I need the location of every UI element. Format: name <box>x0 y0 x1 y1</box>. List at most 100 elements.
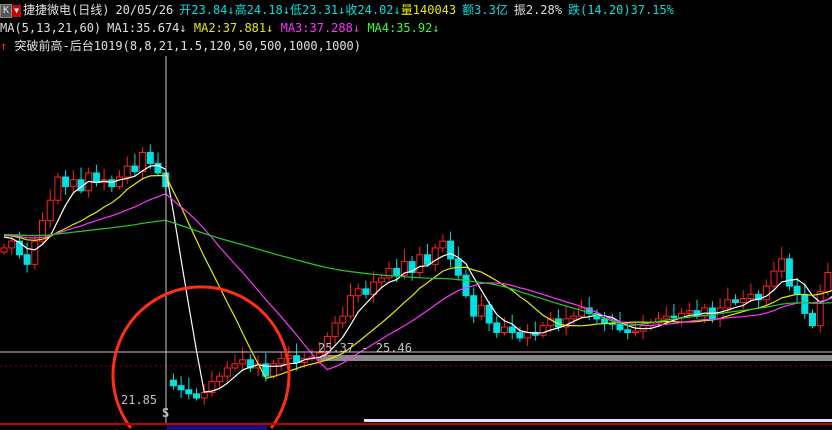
candle-body <box>570 315 578 320</box>
candle-body <box>416 254 424 273</box>
candle <box>655 312 662 326</box>
candle-body <box>732 299 739 304</box>
candle <box>493 316 501 338</box>
candle-body <box>539 325 547 336</box>
candle <box>339 306 347 329</box>
candle-body <box>0 247 8 253</box>
candle-body <box>485 304 493 324</box>
candle-body <box>293 355 301 364</box>
candle-body <box>524 332 532 339</box>
candle-body <box>477 304 485 317</box>
candle-body <box>462 274 470 297</box>
candle-body <box>46 199 54 222</box>
candle-body <box>116 176 123 188</box>
candle-body <box>470 295 478 317</box>
candle-body <box>54 176 62 201</box>
ma2-line <box>3 175 832 379</box>
candle-body <box>23 254 31 265</box>
candle-body <box>131 165 139 173</box>
candle-body <box>385 267 393 279</box>
candle-body <box>778 258 786 272</box>
candle <box>416 246 424 278</box>
min-price-label: 21.85 <box>121 393 158 407</box>
candle <box>809 309 816 329</box>
candle-body <box>816 291 824 327</box>
candle-body <box>177 385 185 391</box>
candle <box>447 231 455 268</box>
candle <box>139 147 147 180</box>
ma3-line <box>3 193 832 371</box>
candle-body <box>239 359 247 365</box>
candle <box>8 234 16 255</box>
candle <box>778 246 786 278</box>
candle-body <box>501 326 508 333</box>
candle-body <box>724 299 732 309</box>
candle-body <box>393 267 401 276</box>
candle-body <box>377 277 385 283</box>
candle-body <box>146 152 154 164</box>
candle-body <box>193 393 200 399</box>
candle <box>131 153 139 176</box>
candle <box>377 273 385 288</box>
candle-body <box>739 297 747 303</box>
candle <box>231 354 239 371</box>
candle <box>123 156 131 184</box>
candle-body <box>662 315 670 320</box>
candle-body <box>516 332 524 339</box>
candle-body <box>670 315 678 318</box>
candle-body <box>62 176 70 188</box>
candle-body <box>439 240 447 249</box>
crosshair-price-label: 25.37 - 25.46 <box>318 341 412 355</box>
candle <box>69 170 77 193</box>
candle <box>462 269 470 299</box>
candle-body <box>578 307 585 317</box>
candle <box>770 261 778 289</box>
candle <box>177 376 185 398</box>
candle-body <box>223 367 231 377</box>
candle-body <box>747 293 755 299</box>
candle-body <box>624 329 632 334</box>
scroll-bar[interactable] <box>364 419 832 422</box>
candle-body <box>200 392 208 399</box>
candle <box>793 277 801 303</box>
candle <box>108 175 116 193</box>
candle <box>431 243 439 272</box>
candle-body <box>231 363 239 369</box>
candle-body <box>801 293 809 314</box>
candle <box>539 321 547 338</box>
candle-body <box>762 285 770 301</box>
candle <box>46 189 54 228</box>
candle <box>92 164 100 187</box>
candle <box>293 343 301 371</box>
candle-body <box>631 330 639 333</box>
candle <box>208 370 216 397</box>
candle-body <box>785 258 793 287</box>
candle-body <box>770 270 778 287</box>
candle <box>239 347 247 371</box>
candle-body <box>216 375 224 383</box>
candle-body <box>493 322 501 334</box>
candlestick-chart[interactable] <box>0 0 832 430</box>
candle <box>531 321 539 341</box>
candle <box>454 246 462 281</box>
candle <box>439 234 447 253</box>
candle-body <box>339 315 347 324</box>
candle-body <box>92 172 100 183</box>
candle <box>508 314 516 340</box>
candle-body <box>447 240 455 260</box>
candle <box>277 351 285 371</box>
candle <box>54 172 62 205</box>
candle-body <box>8 240 16 249</box>
candle <box>762 279 770 306</box>
candle-body <box>139 152 147 173</box>
candle-body <box>185 389 193 395</box>
candle-body <box>616 323 624 331</box>
candle <box>524 324 532 347</box>
candle <box>193 388 200 401</box>
candle <box>385 261 393 281</box>
candle-body <box>793 285 801 295</box>
candle <box>347 283 354 319</box>
candle-body <box>824 272 832 293</box>
signal-marker: S <box>162 406 170 420</box>
candle-body <box>424 254 431 265</box>
